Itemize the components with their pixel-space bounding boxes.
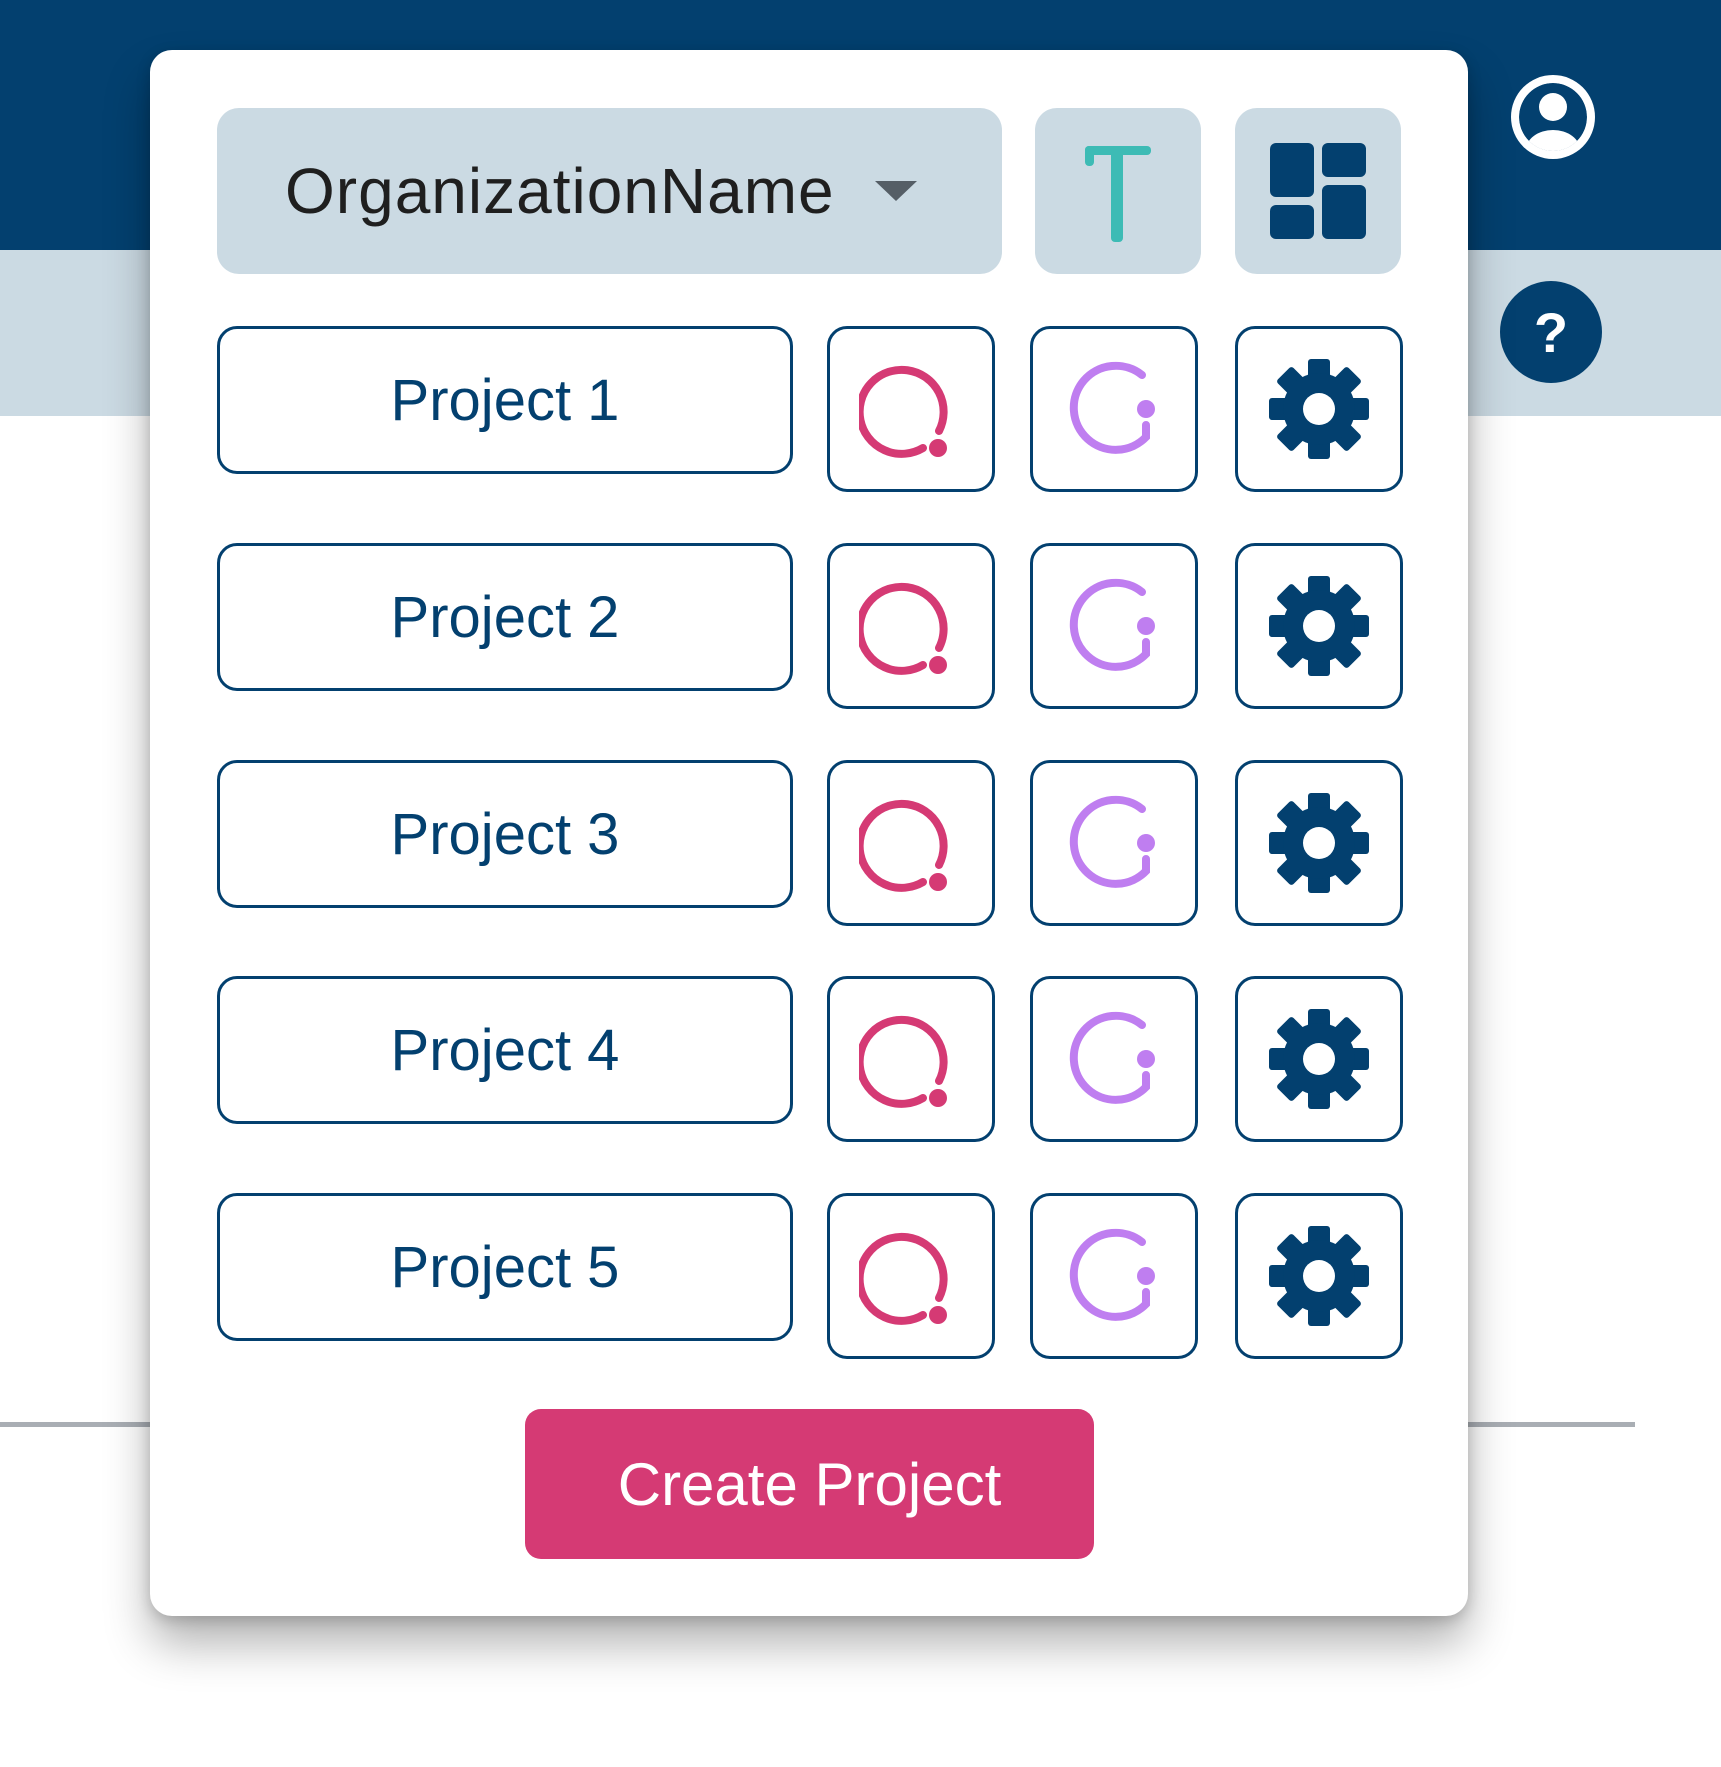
purple-g-icon [1069,1011,1155,1104]
purple-g-icon [1069,795,1155,888]
pink-ring-icon [859,1232,948,1325]
pink-ring-icon [859,799,948,892]
project-app-ring-button[interactable] [827,976,995,1142]
dashboard-grid-icon [1270,143,1366,239]
project-button[interactable]: Project 1 [217,326,793,474]
gear-icon [1269,793,1369,893]
organization-select[interactable]: OrganizationName [217,108,1002,274]
purple-g-icon [1069,361,1155,454]
project-row: Project 2 [217,543,1403,709]
project-settings-button[interactable] [1235,543,1403,709]
project-app-g-button[interactable] [1030,1193,1198,1359]
account-circle-icon [1511,75,1595,159]
help-button[interactable]: ? [1500,281,1602,383]
organization-name: OrganizationName [285,155,835,227]
project-button[interactable]: Project 4 [217,976,793,1124]
project-button[interactable]: Project 2 [217,543,793,691]
project-settings-button[interactable] [1235,1193,1403,1359]
project-row: Project 1 [217,326,1403,492]
gear-icon [1269,576,1369,676]
pink-ring-icon [859,1015,948,1108]
project-app-g-button[interactable] [1030,543,1198,709]
project-settings-button[interactable] [1235,760,1403,926]
gear-icon [1269,1226,1369,1326]
pink-ring-icon [859,582,948,675]
project-button[interactable]: Project 5 [217,1193,793,1341]
project-row: Project 5 [217,1193,1403,1359]
project-app-ring-button[interactable] [827,1193,995,1359]
project-app-g-button[interactable] [1030,976,1198,1142]
gear-icon [1269,359,1369,459]
project-settings-button[interactable] [1235,976,1403,1142]
purple-g-icon [1069,1228,1155,1321]
caret-down-icon [874,181,917,201]
project-button[interactable]: Project 3 [217,760,793,908]
create-project-button[interactable]: Create Project [525,1409,1094,1559]
gear-icon [1269,1009,1369,1109]
project-app-g-button[interactable] [1030,326,1198,492]
account-button[interactable] [1508,72,1598,162]
project-app-ring-button[interactable] [827,326,995,492]
dashboard-button[interactable] [1235,108,1401,274]
organization-popover: OrganizationName Project 1 Project 2 Proje… [150,50,1468,1616]
project-app-g-button[interactable] [1030,760,1198,926]
project-app-ring-button[interactable] [827,543,995,709]
t-logo-icon [1085,146,1151,242]
project-row: Project 4 [217,976,1403,1142]
pink-ring-icon [859,365,948,458]
t-app-button[interactable] [1035,108,1201,274]
project-settings-button[interactable] [1235,326,1403,492]
project-row: Project 3 [217,760,1403,926]
purple-g-icon [1069,578,1155,671]
project-app-ring-button[interactable] [827,760,995,926]
